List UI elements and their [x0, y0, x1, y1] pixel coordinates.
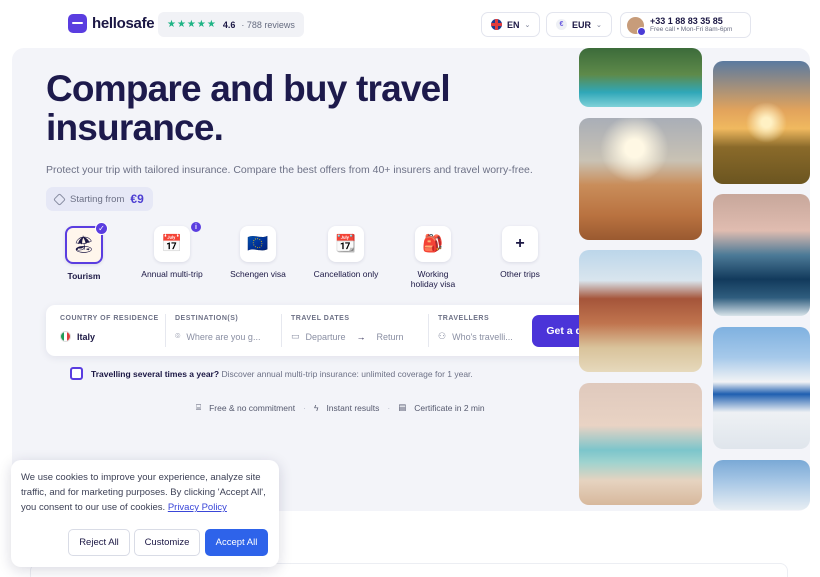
- italy-flag-icon: [60, 331, 71, 342]
- category-label: Annual multi-trip: [141, 269, 203, 279]
- category-label: Tourism: [67, 271, 101, 281]
- phone-number: +33 1 88 83 35 85: [650, 16, 723, 26]
- desert-photo: [579, 118, 702, 240]
- reject-all-button[interactable]: Reject All: [68, 529, 130, 556]
- perk-item: Free & no commitment: [209, 402, 296, 413]
- cancelled-calendar-icon: 📆: [328, 226, 364, 262]
- category-annual-multi-trip[interactable]: 📅 i Annual multi-trip: [127, 222, 217, 279]
- category-cancellation-only[interactable]: 📆 Cancellation only: [301, 226, 391, 279]
- language-label: EN: [507, 19, 520, 30]
- check-icon: ✓: [95, 222, 108, 235]
- quote-form: COUNTRY OF RESIDENCE Italy DESTINATION(S…: [46, 305, 640, 356]
- destination-field[interactable]: DESTINATION(S) ⌾ Where are you g...: [175, 305, 279, 356]
- logo-icon: [68, 14, 87, 33]
- red-rock-canyon-photo: [579, 250, 702, 372]
- lightning-icon: ϟ: [313, 402, 319, 413]
- sky-photo: [713, 460, 810, 510]
- ocean-wave-photo: [713, 194, 810, 316]
- calendar-icon: ▭: [291, 331, 300, 341]
- residence-value: Italy: [77, 331, 96, 342]
- category-other-trips[interactable]: + Other trips: [475, 226, 565, 279]
- cookie-message: We use cookies to improve your experienc…: [21, 470, 271, 515]
- return-input[interactable]: Return: [377, 332, 404, 342]
- travellers-field[interactable]: TRAVELLERS ⚇ Who's travelli...: [438, 305, 528, 356]
- hero-subtitle: Protect your trip with tailored insuranc…: [46, 164, 533, 176]
- multi-trip-description: Discover annual multi-trip insurance: un…: [221, 369, 473, 379]
- destination-input[interactable]: Where are you g...: [186, 332, 260, 342]
- travellers-label: TRAVELLERS: [438, 315, 490, 322]
- accept-all-button[interactable]: Accept All: [205, 529, 268, 556]
- category-label: Other trips: [500, 269, 540, 279]
- eu-flag-icon: 🇪🇺: [240, 226, 276, 262]
- customize-button[interactable]: Customize: [134, 529, 200, 556]
- logo-text: hellosafe: [92, 15, 155, 32]
- departure-input[interactable]: Departure: [306, 332, 346, 342]
- starting-price-badge: Starting from €9: [46, 187, 153, 211]
- location-pin-icon: ⌾: [175, 331, 181, 341]
- uk-flag-icon: [491, 19, 502, 30]
- wheat-field-sunset-photo: [713, 61, 810, 184]
- multi-trip-question: Travelling several times a year?: [91, 369, 220, 379]
- currency-selector[interactable]: € EUR ⌄: [546, 12, 612, 37]
- starting-label: Starting from: [70, 193, 125, 205]
- category-label: Schengen visa: [230, 269, 286, 279]
- dates-label: TRAVEL DATES: [291, 315, 350, 322]
- category-tourism[interactable]: 🏖 ✓ Tourism: [39, 222, 129, 281]
- document-icon: ▤: [398, 402, 407, 412]
- chevron-down-icon: ⌄: [596, 21, 602, 29]
- santorini-photo: [713, 327, 810, 449]
- plus-icon: +: [502, 226, 538, 262]
- cookie-banner: We use cookies to improve your experienc…: [11, 460, 279, 567]
- perks-row: ⌸ Free & no commitment · ϟ Instant results…: [196, 402, 485, 413]
- travellers-input[interactable]: Who's travelli...: [452, 332, 513, 342]
- destination-label: DESTINATION(S): [175, 315, 239, 322]
- page-title: Compare and buy travel insurance.: [46, 68, 451, 148]
- perk-item: Certificate in 2 min: [414, 402, 485, 413]
- category-label: Cancellation only: [313, 269, 379, 279]
- rating-stars: ★★★★★: [167, 19, 217, 30]
- phone-hours: Free call • Mon-Fri 8am-6pm: [650, 26, 733, 33]
- currency-label: EUR: [572, 19, 592, 30]
- info-icon[interactable]: i: [191, 222, 201, 232]
- phone-contact[interactable]: +33 1 88 83 35 85 Free call • Mon-Fri 8a…: [620, 12, 751, 38]
- users-icon: ⚇: [438, 331, 447, 341]
- beach-sunset-photo: [579, 383, 702, 505]
- multi-trip-checkbox[interactable]: [70, 367, 83, 380]
- perk-item: Instant results: [326, 402, 380, 413]
- residence-label: COUNTRY OF RESIDENCE: [60, 315, 159, 322]
- euro-icon: €: [556, 19, 567, 30]
- starting-price: €9: [130, 192, 144, 206]
- cookie-text: We use cookies to improve your experienc…: [21, 472, 266, 513]
- rating-reviews: · 788 reviews: [241, 19, 295, 30]
- calendar-icon: 📅 i: [154, 222, 201, 262]
- category-working-holiday-visa[interactable]: 🎒 Working holiday visa: [388, 226, 478, 289]
- site-header: hellosafe ★★★★★ 4.6 · 788 reviews EN ⌄ €…: [0, 0, 820, 48]
- category-schengen-visa[interactable]: 🇪🇺 Schengen visa: [213, 226, 303, 279]
- tag-icon: [53, 192, 66, 206]
- rating-badge[interactable]: ★★★★★ 4.6 · 788 reviews: [158, 12, 304, 37]
- category-label: Working holiday visa: [410, 269, 456, 289]
- beach-umbrella-icon: 🏖 ✓: [65, 222, 108, 264]
- arrow-right-icon: →: [356, 331, 366, 342]
- multi-trip-text: Travelling several times a year? Discove…: [91, 369, 473, 379]
- travel-dates-field[interactable]: TRAVEL DATES ▭ Departure → Return: [291, 305, 429, 356]
- chevron-down-icon: ⌄: [524, 21, 531, 29]
- residence-field[interactable]: COUNTRY OF RESIDENCE Italy: [60, 305, 160, 356]
- rating-score: 4.6: [222, 19, 236, 30]
- privacy-policy-link[interactable]: Privacy Policy: [168, 502, 227, 513]
- gift-icon: ⌸: [196, 402, 202, 412]
- language-selector[interactable]: EN ⌄: [481, 12, 541, 37]
- advisor-avatar: [627, 16, 646, 36]
- coast-photo: [579, 48, 702, 107]
- logo[interactable]: hellosafe: [68, 14, 155, 33]
- backpack-icon: 🎒: [415, 226, 451, 262]
